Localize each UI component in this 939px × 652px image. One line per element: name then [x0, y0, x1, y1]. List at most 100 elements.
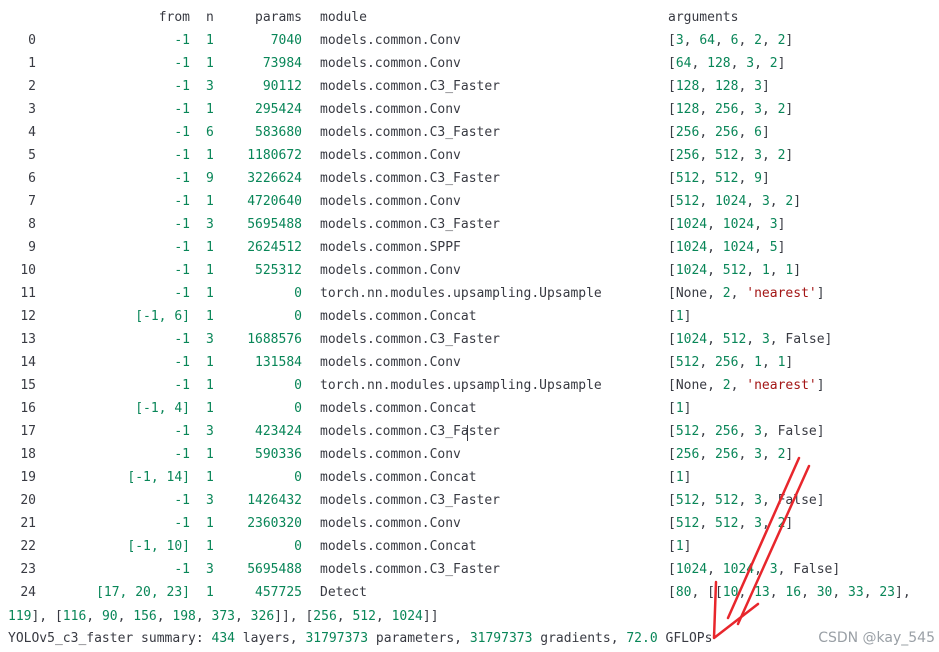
text-token: , — [769, 263, 786, 278]
number-token: 3 — [754, 516, 762, 531]
number-token: 434 — [211, 631, 235, 646]
text-token: ] — [777, 240, 786, 255]
number-token: 5 — [769, 240, 778, 255]
layer-index: 17 — [20, 424, 36, 439]
text-token: , — [691, 56, 708, 71]
header-row: from n params module arguments — [0, 6, 939, 29]
layer-params: 2624512 — [247, 240, 302, 255]
text-token: , — [738, 516, 755, 531]
number-token: 80 — [675, 585, 692, 600]
text-token: ] — [816, 378, 825, 393]
text-token: [ — [668, 424, 676, 439]
number-token: 256 — [714, 424, 739, 439]
text-token: , — [738, 493, 755, 508]
text-token: ] — [785, 148, 794, 163]
layer-params: 2360320 — [247, 516, 302, 531]
layer-arguments: [None, 2, 'nearest'] — [668, 282, 825, 305]
text-token: [ — [668, 332, 676, 347]
text-token: ] — [777, 217, 786, 232]
text-token: , — [714, 33, 731, 48]
layer-module: models.common.C3_Faster — [320, 332, 501, 347]
layer-arguments: [1024, 1024, 3] — [668, 213, 785, 236]
layer-params: 3226624 — [247, 171, 302, 186]
layer-module: torch.nn.modules.upsampling.Upsample — [320, 286, 602, 301]
text-token: , — [738, 102, 755, 117]
number-token: 3 — [754, 447, 762, 462]
text-token: , — [707, 562, 723, 577]
layer-arguments: [256, 256, 3, 2] — [668, 443, 793, 466]
layer-params: 0 — [294, 309, 302, 324]
layer-repeats: 1 — [206, 102, 214, 117]
number-token: 1 — [761, 263, 770, 278]
layer-row: 16 [-1, 4] 1 0 models.common.Concat [1] — [0, 397, 939, 420]
layer-arguments: [512, 512, 3, False] — [668, 489, 825, 512]
text-token: [ — [668, 585, 676, 600]
text-token: [ — [668, 401, 676, 416]
number-token: 3 — [754, 493, 762, 508]
layer-module: models.common.Conv — [320, 516, 461, 531]
header-module: module — [320, 10, 367, 25]
layer-from: -1 — [174, 102, 190, 117]
layer-index: 21 — [20, 516, 36, 531]
layer-row: 1 -1 1 73984 models.common.Conv [64, 128, 3, … — [0, 52, 939, 75]
layer-index: 2 — [28, 79, 36, 94]
layer-arguments: [128, 256, 3, 2] — [668, 98, 793, 121]
number-token: 512 — [675, 194, 700, 209]
layer-index: 11 — [20, 286, 36, 301]
layer-repeats: 1 — [206, 516, 214, 531]
text-token: , False] — [761, 493, 825, 508]
layer-from: -1 — [174, 286, 190, 301]
layer-index: 23 — [20, 562, 36, 577]
layer-arguments: [512, 512, 3, 2] — [668, 512, 793, 535]
layer-index: 20 — [20, 493, 36, 508]
number-token: 156 — [133, 609, 157, 624]
text-token: , — [699, 171, 715, 186]
layer-params: 5695488 — [247, 217, 302, 232]
text-token: , — [707, 240, 723, 255]
number-token: 2 — [722, 286, 731, 301]
layer-from: -1 — [174, 424, 190, 439]
number-token: 512 — [675, 424, 700, 439]
layer-repeats: 1 — [206, 309, 214, 324]
number-token: 3 — [746, 56, 755, 71]
text-token: [ — [668, 79, 676, 94]
layer-row: 2 -1 3 90112 models.common.C3_Faster [128, 12… — [0, 75, 939, 98]
layer-row: 19 [-1, 14] 1 0 models.common.Concat [1] — [0, 466, 939, 489]
number-token: 3 — [761, 332, 770, 347]
layer-module: models.common.C3_Faster — [320, 217, 501, 232]
text-token: , — [730, 56, 747, 71]
layer-repeats: 1 — [206, 240, 214, 255]
layer-arguments: [None, 2, 'nearest'] — [668, 374, 825, 397]
text-token: ] — [683, 401, 692, 416]
layer-module: models.common.C3_Faster — [320, 125, 501, 140]
layer-from: -1 — [174, 447, 190, 462]
text-token: , — [86, 609, 102, 624]
text-token: ] — [785, 102, 794, 117]
layer-params: 73984 — [262, 56, 302, 71]
number-token: 33 — [848, 585, 864, 600]
layer-module: models.common.Conv — [320, 148, 461, 163]
layer-module: models.common.Concat — [320, 309, 477, 324]
text-token: , — [738, 148, 755, 163]
text-token: , — [754, 217, 770, 232]
number-token: 1024 — [675, 332, 708, 347]
layer-row: 15 -1 1 0 torch.nn.modules.upsampling.Upsamp… — [0, 374, 939, 397]
layer-repeats: 1 — [206, 33, 214, 48]
layer-arguments: [1024, 1024, 5] — [668, 236, 785, 259]
layer-from: -1 — [174, 171, 190, 186]
layer-repeats: 1 — [206, 355, 214, 370]
layer-index: 8 — [28, 217, 36, 232]
text-token: [ — [668, 125, 676, 140]
layer-from: -1 — [174, 332, 190, 347]
layer-params: 590336 — [255, 447, 302, 462]
layer-arguments: [1] — [668, 466, 691, 489]
number-token: 256 — [675, 148, 700, 163]
text-token: , — [699, 447, 715, 462]
text-token: [ — [668, 493, 676, 508]
layer-arguments: [1] — [668, 397, 691, 420]
number-token: 1024 — [675, 562, 708, 577]
layer-arguments: [3, 64, 6, 2, 2] — [668, 29, 793, 52]
text-token: [ — [668, 309, 676, 324]
model-summary-line: YOLOv5_c3_faster summary: 434 layers, 31… — [8, 627, 712, 650]
text-token: ]] — [422, 609, 439, 624]
